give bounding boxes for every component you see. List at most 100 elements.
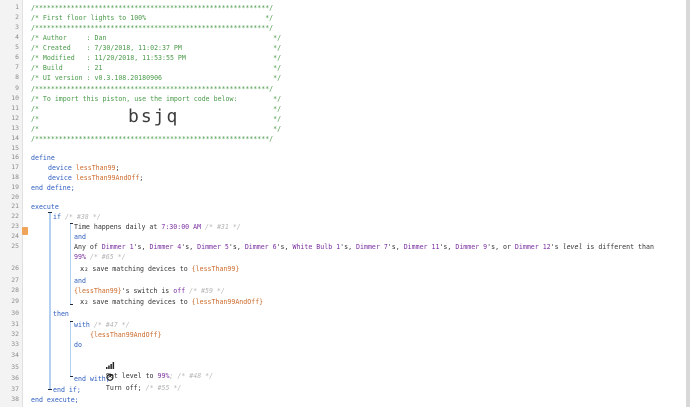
end-define-keyword: end define; [31,184,75,192]
level-value-line[interactable]: 99% /* #65 */ [74,252,126,262]
device-name: Dimmer 11 [403,243,440,251]
if-statement[interactable]: if /* #38 */ [53,212,101,222]
then-keyword[interactable]: then [53,309,69,319]
time-value: 7:30:00 AM [161,223,202,231]
level-attribute: level [562,243,583,251]
line-number: 6 [15,53,19,61]
save-target: {lessThan99} [191,265,240,273]
switch-is-label: 's switch is [121,287,174,295]
if-block-bracket [49,212,51,390]
possessive: 's [487,243,496,251]
condition-group-bracket [70,223,71,305]
line-number: 22 [11,212,19,220]
level-condition[interactable]: Any of Dimmer 1's, Dimmer 4's, Dimmer 5'… [74,242,654,252]
header-border-top: /***************************************… [31,4,274,12]
separator: , [236,243,245,251]
line-number: 9 [15,84,19,92]
build-comment: /* Build : 21 */ [31,64,282,72]
save-matching-task[interactable]: x₂ save matching devices to {lessThan99A… [80,297,263,307]
line-number: 12 [11,114,19,122]
possessive: 's [133,243,142,251]
header-border-bottom: /***************************************… [31,135,274,143]
line-number: 4 [15,33,19,41]
piston-title-comment: /* First floor lights to 100% */ [31,14,274,22]
time-trigger-condition[interactable]: Time happens daily at 7:30:00 AM /* #31 … [74,222,241,232]
marker-chip [22,227,28,235]
variable-lessThan99AndOff: lessThan99AndOff [75,174,140,182]
with-comment: /* #47 */ [89,321,130,329]
or-separator: , or [495,243,515,251]
and-operator[interactable]: and [74,232,86,242]
save-target: {lessThan99AndOff} [191,298,264,306]
variable-lessThan99: lessThan99 [75,164,116,172]
end-if-keyword: end if; [53,386,81,394]
if-keyword: if [53,213,61,221]
created-comment: /* Created : 7/30/2018, 11:02:37 PM */ [31,44,282,52]
bracket-cap [70,321,73,322]
device-name: White Bulb 1 [292,243,341,251]
line-number: 35 [11,363,19,371]
level-value: 99% [74,253,86,261]
bracket-cap [70,304,73,305]
save-matching-task[interactable]: x₂ save matching devices to {lessThan99} [80,264,239,274]
device-name: Dimmer 7 [356,243,388,251]
breakpoint-marker[interactable] [22,226,28,236]
line-number: 3 [15,23,19,31]
line-number: 10 [11,94,19,102]
line-number: 15 [11,144,19,152]
line-number: 7 [15,63,19,71]
device-name: Dimmer 12 [514,243,551,251]
device-declaration[interactable]: device lessThan99; [48,163,120,173]
line-number: 23 [11,222,19,230]
happens-daily-at: happens daily at [89,223,162,231]
do-keyword[interactable]: do [74,340,82,350]
line-number: 2 [15,13,19,21]
semicolon: ; [139,174,144,182]
import-instructions-comment: /* To import this piston, use the import… [31,95,282,103]
line-number: 8 [15,73,19,81]
execute-keyword[interactable]: execute [31,202,59,212]
line-number: 36 [11,374,19,382]
line-number: 21 [11,202,19,210]
off-comment: /* #59 */ [185,287,225,295]
device-name: Dimmer 6 [244,243,277,251]
filter-icon: x₂ [80,265,89,273]
any-of-label: Any of [74,243,102,251]
line-number: 26 [11,264,19,272]
device-keyword: device [48,174,72,182]
possessive: 's [550,243,559,251]
separator: , [395,243,404,251]
editor-scrollbar[interactable] [686,0,690,407]
line-number: 17 [11,163,19,171]
line-number: 19 [11,183,19,191]
line-number: 24 [11,232,19,240]
off-value: off [173,287,186,295]
device-name: Dimmer 1 [101,243,134,251]
device-keyword: device [48,164,72,172]
possessive: 's [228,243,237,251]
and-operator[interactable]: and [74,276,86,286]
line-number: 34 [11,351,19,359]
turn-off-task[interactable]: Turn off; /* #55 */ [90,363,181,392]
bracket-cap [70,376,73,377]
set-level-comment: ; /* #48 */ [169,372,214,380]
set-level-task[interactable]: Set level to 99%; /* #48 */ [90,351,213,380]
save-matching-label: save matching devices to [92,265,192,273]
with-statement[interactable]: with /* #47 */ [74,320,130,330]
semicolon: ; [115,164,120,172]
define-keyword[interactable]: define [31,153,55,163]
ui-version-comment: /* UI version : v0.3.108.20180906 */ [31,74,282,82]
with-target-devices[interactable]: {lessThan99AndOff} [90,330,161,340]
line-number: 33 [11,340,19,348]
turn-off-label: Turn off; [105,384,142,392]
line-number-gutter: 1 2 3 4 5 6 7 8 9 10 11 12 13 14 15 16 17 18 19 20 21 22 23 24 2… [0,0,23,407]
line-number: 28 [11,286,19,294]
switch-condition[interactable]: {lessThan99}'s switch is off /* #59 */ [74,286,225,296]
level-comment: /* #65 */ [85,253,126,261]
time-comment: /* #31 */ [201,223,241,231]
author-comment: /* Author : Dan */ [31,34,282,42]
modified-comment: /* Modified : 11/20/2018, 11:53:55 PM */ [31,54,282,62]
device-declaration[interactable]: device lessThan99AndOff; [48,173,143,183]
possessive: 's [276,243,285,251]
separator: , [348,243,357,251]
